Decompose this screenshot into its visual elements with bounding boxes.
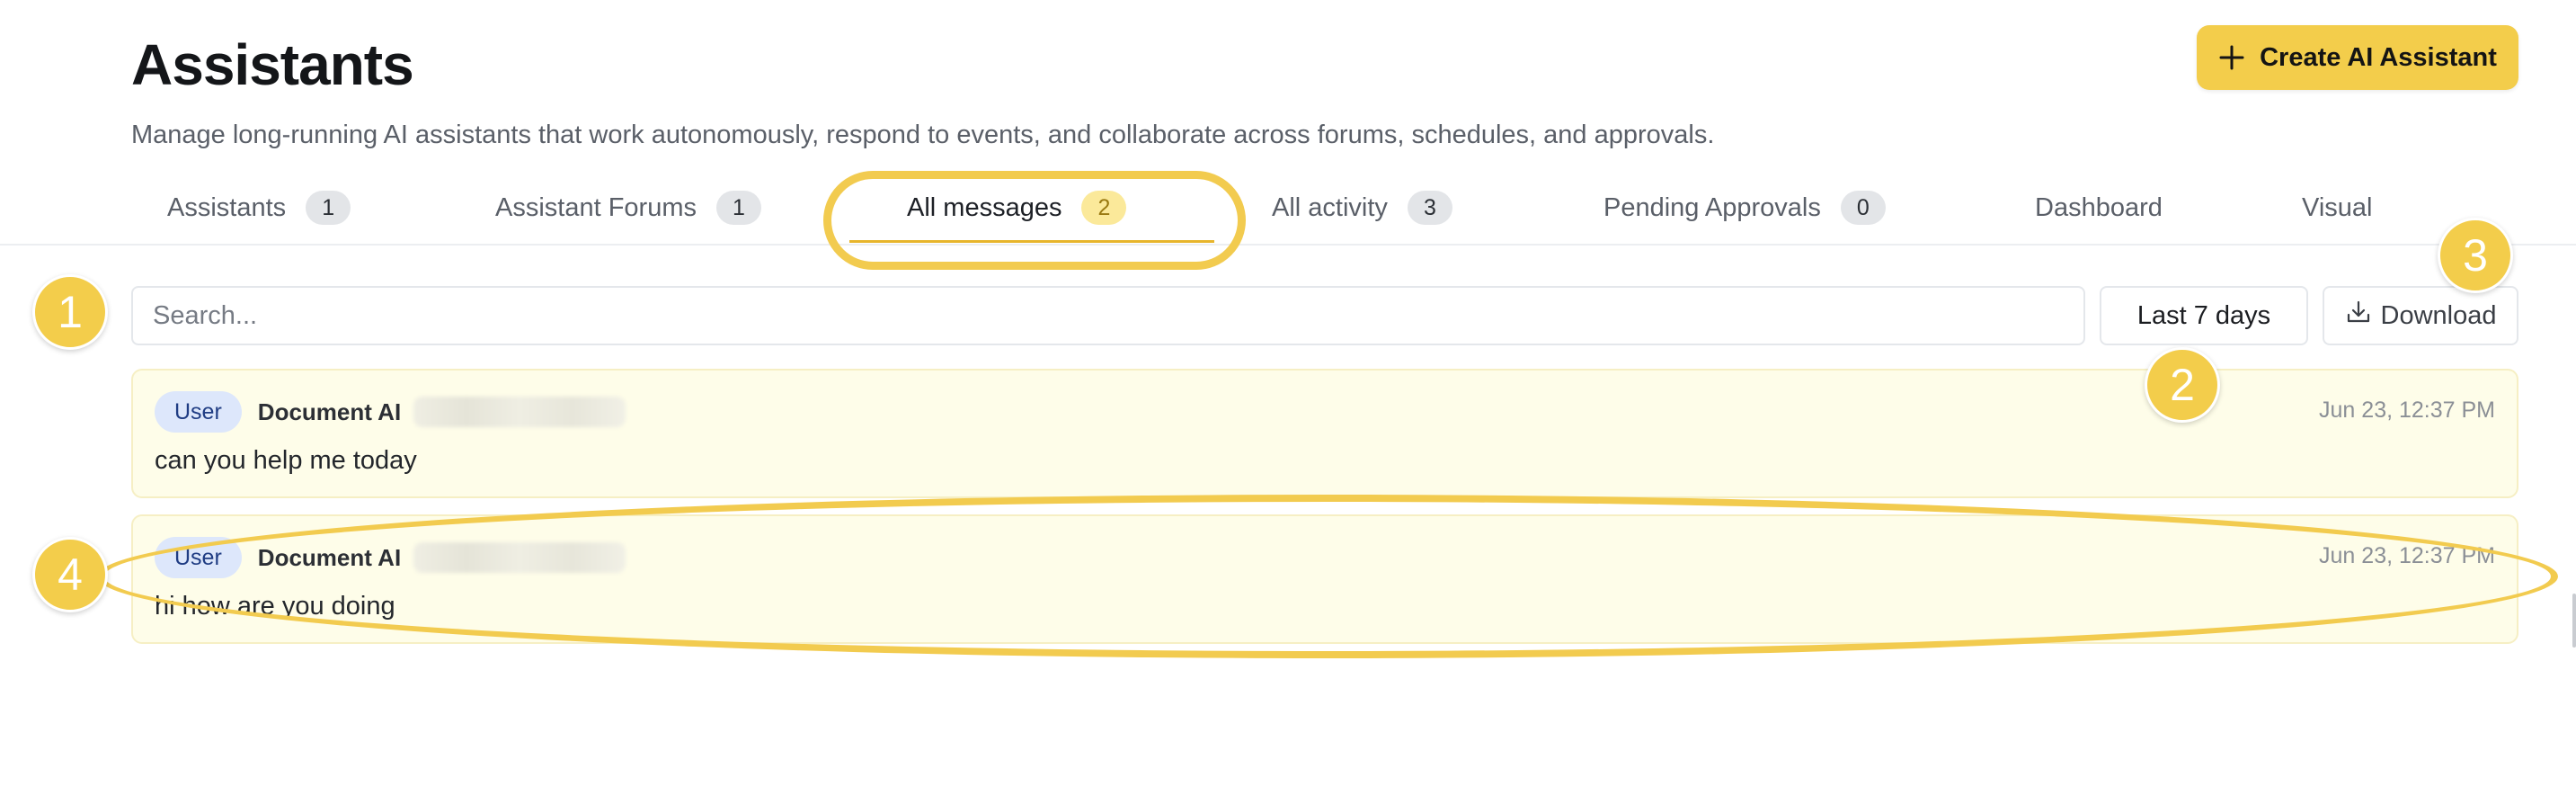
tab-label: Dashboard [2035, 192, 2163, 222]
tab-label: All activity [1272, 192, 1388, 222]
tab-count-badge: 0 [1840, 191, 1886, 225]
redacted-identifier [413, 397, 626, 427]
tab-assistant-forums[interactable]: Assistant Forums 1 [495, 176, 761, 239]
page-title: Assistants [131, 32, 414, 97]
highlight-ring-active-tab [823, 171, 1246, 270]
tab-visual[interactable]: Visual [2302, 176, 2372, 239]
tab-label: Assistant Forums [495, 192, 697, 222]
tab-pending-approvals[interactable]: Pending Approvals 0 [1603, 176, 1886, 239]
date-range-select[interactable]: Last 7 days [2100, 286, 2308, 345]
tab-dashboard[interactable]: Dashboard [2035, 176, 2163, 239]
page-subtitle: Manage long-running AI assistants that w… [131, 121, 1715, 149]
callout-1: 1 [32, 274, 108, 350]
tab-label: Assistants [167, 192, 287, 222]
download-button[interactable]: Download [2323, 286, 2518, 345]
role-badge: User [155, 391, 242, 433]
tabs-divider [0, 244, 2576, 246]
tab-bar: Assistants 1 Assistant Forums 1 All mess… [0, 176, 2576, 245]
message-timestamp: Jun 23, 12:37 PM [2319, 398, 2495, 423]
tab-label: Pending Approvals [1603, 192, 1821, 222]
window-edge [2572, 594, 2576, 648]
message-header: User Document AI [155, 390, 626, 433]
callout-3: 3 [2438, 218, 2513, 293]
download-label: Download [2380, 300, 2497, 330]
callout-4: 4 [32, 537, 108, 612]
tab-assistants[interactable]: Assistants 1 [167, 176, 351, 239]
message-text: can you help me today [155, 446, 417, 475]
plus-icon [2218, 44, 2245, 71]
callout-2: 2 [2145, 347, 2220, 423]
create-ai-assistant-button[interactable]: Create AI Assistant [2197, 25, 2518, 90]
tab-count-badge: 1 [716, 191, 761, 225]
assistant-name: Document AI [257, 398, 402, 425]
tab-count-badge: 1 [306, 191, 351, 225]
highlight-ring-message [97, 495, 2558, 658]
date-range-value: Last 7 days [2136, 300, 2271, 330]
tab-label: Visual [2302, 192, 2373, 222]
tab-all-activity[interactable]: All activity 3 [1272, 176, 1452, 239]
tab-count-badge: 3 [1407, 191, 1452, 225]
create-button-label: Create AI Assistant [2260, 42, 2497, 72]
download-tray-icon [2345, 299, 2372, 333]
search-input[interactable] [131, 286, 2085, 345]
